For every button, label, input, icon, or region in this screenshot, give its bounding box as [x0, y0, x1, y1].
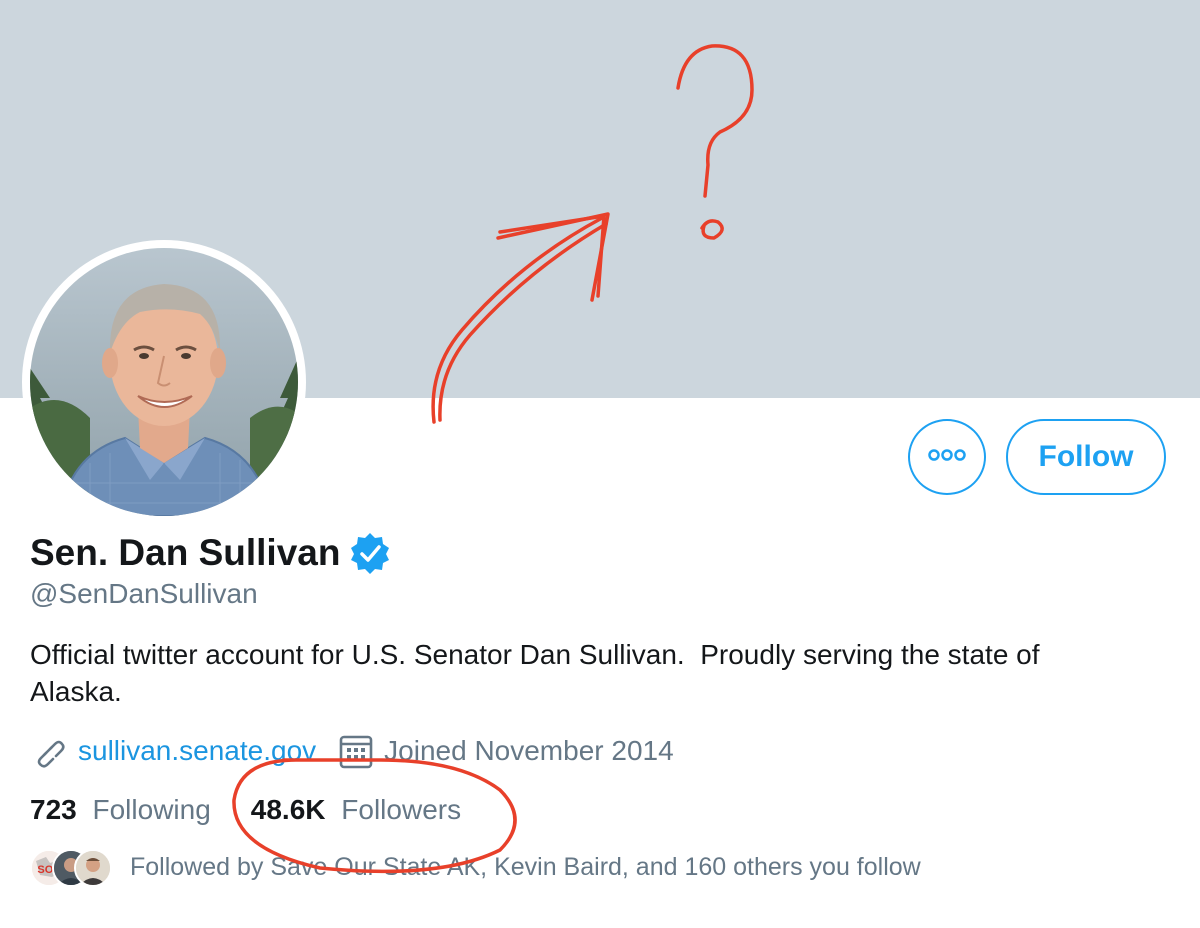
followers-stat[interactable]: 48.6K Followers	[251, 794, 461, 826]
followers-count: 48.6K	[250, 794, 326, 825]
follow-button-label: Follow	[1038, 440, 1134, 473]
mutual-avatars: SOS	[30, 848, 112, 887]
following-count: 723	[30, 794, 77, 825]
more-dots-icon	[927, 448, 967, 467]
following-label: Following	[92, 794, 211, 825]
link-icon	[30, 733, 66, 769]
following-stat[interactable]: 723 Following	[30, 794, 211, 826]
followed-by-text: Followed by Save Our State AK, Kevin Bai…	[130, 852, 921, 881]
website-link[interactable]: sullivan.senate.gov	[78, 735, 316, 767]
display-name: Sen. Dan Sullivan	[30, 532, 341, 573]
follow-button[interactable]: Follow	[1006, 419, 1166, 495]
verified-badge-icon	[348, 531, 392, 575]
calendar-icon	[338, 733, 374, 769]
profile-stats: 723 Following 48.6K Followers	[30, 790, 461, 830]
profile-bio: Official twitter account for U.S. Senato…	[30, 639, 1040, 707]
profile-handle: @SenDanSullivan	[30, 578, 258, 609]
followed-by[interactable]: SOS Followed by Save Our State AK, Kevin…	[30, 848, 921, 887]
followers-label: Followers	[341, 794, 462, 825]
more-button[interactable]	[908, 419, 986, 495]
name-row: Sen. Dan Sullivan	[30, 530, 392, 576]
joined-date: Joined November 2014	[384, 735, 674, 766]
profile-avatar[interactable]	[30, 248, 298, 516]
mutual-avatar	[74, 849, 112, 887]
profile-meta: sullivan.senate.gov Joined November 2014	[30, 730, 674, 772]
